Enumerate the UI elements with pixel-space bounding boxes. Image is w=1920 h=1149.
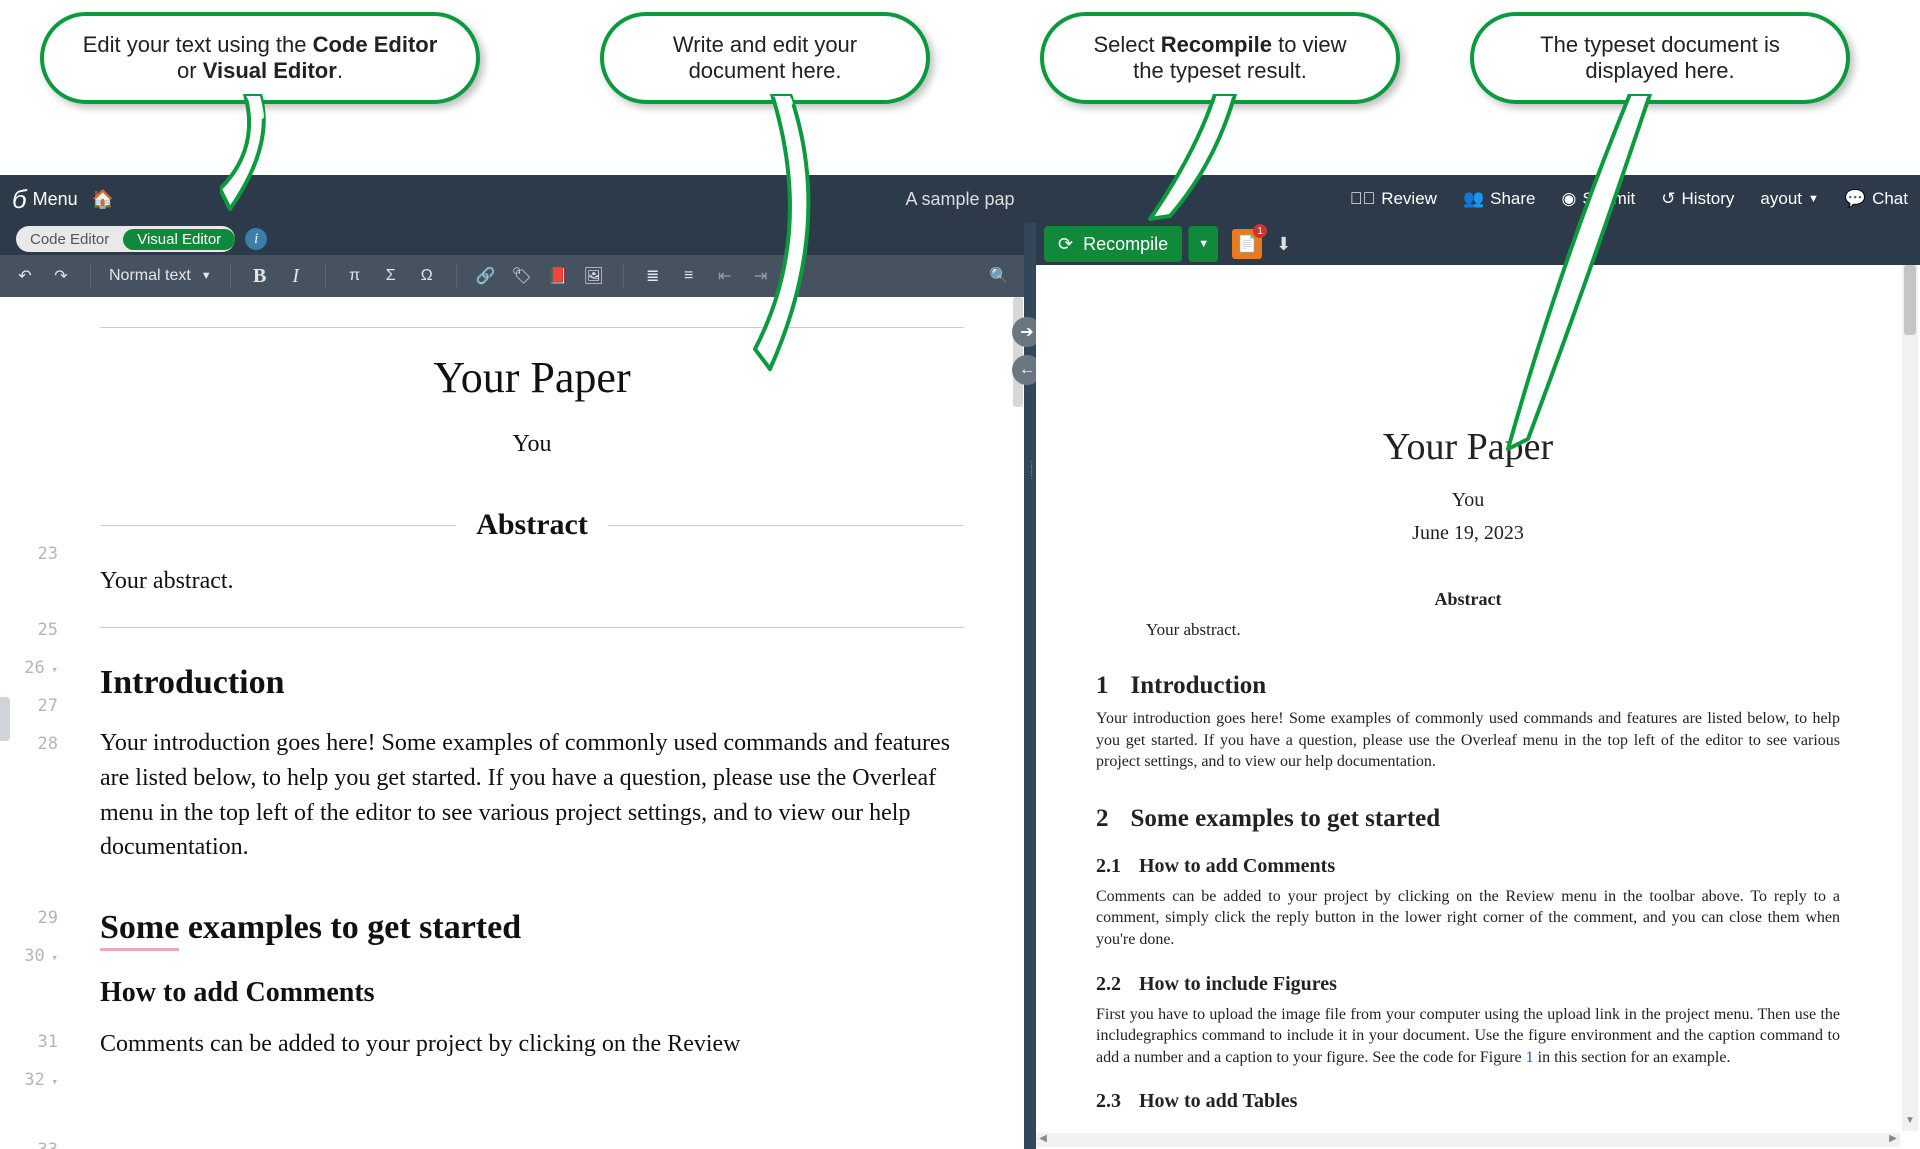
formatting-toolbar: ↶ ↷ Normal text▼ B I π Σ Ω 🔗 🏷 📕 🖼 ≣ ≡ ⇤… xyxy=(0,255,1024,297)
chat-button[interactable]: 💬Chat xyxy=(1845,189,1908,209)
pdf-section-23: 2.3How to add Tables xyxy=(1096,1090,1840,1113)
code-editor-tab[interactable]: Code Editor xyxy=(16,229,123,250)
editor-mode-toggle: Code Editor Visual Editor xyxy=(16,226,235,252)
numbered-list-icon[interactable]: ≡ xyxy=(678,267,700,285)
pdf-section-21: 2.1How to add Comments xyxy=(1096,855,1840,878)
pdf-section-1: 1Introduction xyxy=(1096,672,1840,700)
share-icon: 👥 xyxy=(1463,189,1484,209)
layout-button[interactable]: ayout▼ xyxy=(1760,189,1818,209)
compile-toolbar: ⟳ Recompile ▼ 1 ⬇ xyxy=(1036,223,1920,265)
line-gutter: 2325262728293031323334 xyxy=(0,297,70,1149)
refresh-icon: ⟳ xyxy=(1058,234,1073,255)
line-number: 29 xyxy=(0,899,58,937)
redo-icon[interactable]: ↷ xyxy=(50,266,72,286)
callout-2: Write and edit your document here. xyxy=(600,12,930,104)
pdf-vertical-scrollbar[interactable]: ▲▼ xyxy=(1902,265,1918,1131)
recompile-dropdown[interactable]: ▼ xyxy=(1188,226,1218,262)
line-number xyxy=(0,573,58,611)
bullet-list-icon[interactable]: ≣ xyxy=(642,266,664,286)
project-title: A sample pap xyxy=(905,189,1014,210)
subsection-comments[interactable]: How to add Comments xyxy=(100,977,964,1009)
pdf-s1-body: Your introduction goes here! Some exampl… xyxy=(1096,708,1840,773)
pdf-section-22: 2.2How to include Figures xyxy=(1096,973,1840,996)
pdf-author: You xyxy=(1096,489,1840,512)
undo-icon[interactable]: ↶ xyxy=(14,266,36,286)
line-number: 25 xyxy=(0,611,58,649)
section-examples[interactable]: Some examples to get started xyxy=(100,909,964,947)
sigma-icon[interactable]: Σ xyxy=(380,267,402,285)
callout-3: Select Recompile to view the typeset res… xyxy=(1040,12,1400,104)
pdf-horizontal-scrollbar[interactable]: ◀▶ xyxy=(1036,1133,1900,1147)
pdf-figure-ref[interactable]: 1 xyxy=(1526,1049,1534,1066)
pdf-preview[interactable]: Your Paper You June 19, 2023 Abstract Yo… xyxy=(1036,265,1900,1131)
intro-paragraph[interactable]: Your introduction goes here! Some exampl… xyxy=(100,726,964,865)
search-icon[interactable]: 🔍 xyxy=(988,266,1010,286)
review-icon: ✎⃝ xyxy=(1350,189,1376,209)
section-introduction[interactable]: Introduction xyxy=(100,664,964,702)
editor-pane: 2325262728293031323334 Your Paper You Ab… xyxy=(0,297,1024,1149)
omega-icon[interactable]: Ω xyxy=(416,267,438,285)
history-button[interactable]: ↺History xyxy=(1661,189,1734,209)
pane-divider[interactable]: ➔ ← ⋮⋮⋮⋮⋮⋮ xyxy=(1024,223,1036,1149)
pdf-date: June 19, 2023 xyxy=(1096,522,1840,545)
bold-icon[interactable]: B xyxy=(249,265,271,288)
chevron-down-icon: ▼ xyxy=(201,270,212,282)
line-number: 30 xyxy=(0,937,58,1023)
italic-icon[interactable]: I xyxy=(285,265,307,288)
file-tree-toggle[interactable] xyxy=(0,697,10,741)
line-number: 26 xyxy=(0,649,58,687)
pdf-title: Your Paper xyxy=(1096,425,1840,469)
chat-icon: 💬 xyxy=(1845,189,1866,209)
abstract-text[interactable]: Your abstract. xyxy=(100,568,964,595)
abstract-heading: Abstract xyxy=(476,508,588,542)
editor-switch-row: Code Editor Visual Editor i xyxy=(0,223,1024,255)
book-icon[interactable]: 📕 xyxy=(547,266,569,286)
line-number: 23 xyxy=(0,535,58,573)
overleaf-logo: б xyxy=(12,184,27,215)
review-button[interactable]: ✎⃝Review xyxy=(1350,189,1437,209)
chevron-down-icon: ▼ xyxy=(1808,193,1819,205)
editor-content[interactable]: Your Paper You Abstract Your abstract. I… xyxy=(70,297,1024,1149)
menu-button[interactable]: Menu xyxy=(33,189,78,210)
paragraph-style-select[interactable]: Normal text▼ xyxy=(109,267,212,285)
visual-editor-tab[interactable]: Visual Editor xyxy=(123,229,235,250)
editor-scrollbar[interactable] xyxy=(1012,297,1024,1149)
info-icon[interactable]: i xyxy=(245,228,267,250)
callout-1: Edit your text using the Code Editor or … xyxy=(40,12,480,104)
pdf-section-2: 2Some examples to get started xyxy=(1096,805,1840,833)
recompile-button[interactable]: ⟳ Recompile xyxy=(1044,226,1182,262)
logs-badge: 1 xyxy=(1253,224,1267,238)
link-icon[interactable]: 🔗 xyxy=(475,266,497,286)
history-icon: ↺ xyxy=(1661,189,1675,209)
chevron-down-icon: ▼ xyxy=(1198,238,1209,250)
line-number: 32 xyxy=(0,1061,58,1131)
pdf-s21-body: Comments can be added to your project by… xyxy=(1096,886,1840,951)
outdent-icon[interactable]: ⇤ xyxy=(714,266,736,286)
line-number: 28 xyxy=(0,725,58,899)
line-number: 33 xyxy=(0,1131,58,1149)
pdf-abstract-title: Abstract xyxy=(1096,589,1840,610)
logs-button[interactable]: 1 xyxy=(1232,229,1262,259)
home-icon[interactable]: 🏠 xyxy=(92,189,114,210)
tag-icon[interactable]: 🏷 xyxy=(511,266,533,286)
pdf-abstract-body: Your abstract. xyxy=(1146,620,1840,640)
pi-icon[interactable]: π xyxy=(344,267,366,285)
download-icon[interactable]: ⬇ xyxy=(1276,234,1291,255)
callout-4: The typeset document is displayed here. xyxy=(1470,12,1850,104)
pdf-s22-body: First you have to upload the image file … xyxy=(1096,1004,1840,1069)
line-number: 31 xyxy=(0,1023,58,1061)
document-author[interactable]: You xyxy=(100,431,964,458)
image-icon[interactable]: 🖼 xyxy=(583,266,605,286)
comments-paragraph[interactable]: Comments can be added to your project by… xyxy=(100,1027,964,1062)
